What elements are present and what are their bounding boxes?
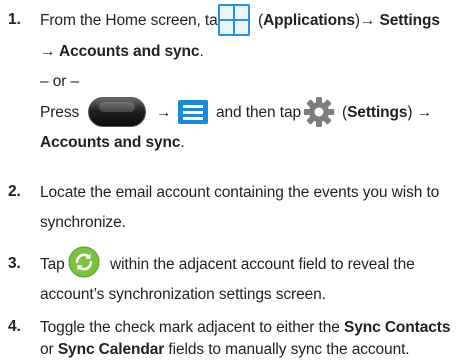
or-separator: – or –	[40, 73, 80, 90]
step-4-line-2: or Sync Calendar fields to manually sync…	[40, 341, 410, 358]
step-3-line-2: account’s synchronization settings scree…	[40, 286, 326, 303]
sync-arrows-icon	[68, 246, 100, 278]
step-1-line-1-tail: (Applications)→ Settings	[258, 12, 440, 29]
accounts-and-sync-label: → Accounts and sync	[40, 43, 200, 60]
applications-label: Applications	[263, 12, 355, 29]
step-2-line-2: synchronize.	[40, 214, 126, 231]
step-3-line-1-tail: within the adjacent account field to rev…	[110, 256, 415, 273]
step-number: 4.	[8, 318, 21, 335]
step-number: 3.	[8, 255, 21, 272]
menu-key-icon	[178, 100, 208, 124]
sync-calendar-label: Sync Calendar	[57, 341, 165, 358]
settings-label: Settings	[379, 12, 440, 29]
step-4-line-1: Toggle the check mark adjacent to either…	[40, 319, 451, 336]
applications-grid-icon	[218, 4, 250, 36]
step-1-alt-press: Press	[40, 104, 80, 121]
instruction-steps: 1. From the Home screen, tap (Applicatio…	[0, 0, 472, 360]
sync-contacts-label: Sync Contacts	[343, 319, 451, 336]
step-3-tap: Tap	[40, 256, 65, 273]
step-1-alt-settings: (Settings) →	[342, 104, 433, 121]
step-1-alt-and-then-tap: and then tap	[216, 104, 301, 121]
settings-gear-icon	[304, 97, 334, 127]
step-1-alt-line-2: Accounts and sync.	[40, 134, 185, 151]
step-number: 1.	[8, 11, 21, 28]
settings-label-alt: Settings	[347, 104, 408, 121]
step-2-line-1: Locate the email account containing the …	[40, 184, 440, 201]
accounts-and-sync-label-alt: Accounts and sync	[40, 134, 181, 151]
step-1-line-1: From the Home screen, tap	[40, 12, 227, 29]
step-number: 2.	[8, 183, 21, 200]
home-key-icon	[88, 97, 146, 127]
step-1-line-2: → Accounts and sync.	[40, 43, 204, 60]
step-1-alt-arrow: →	[156, 104, 172, 121]
